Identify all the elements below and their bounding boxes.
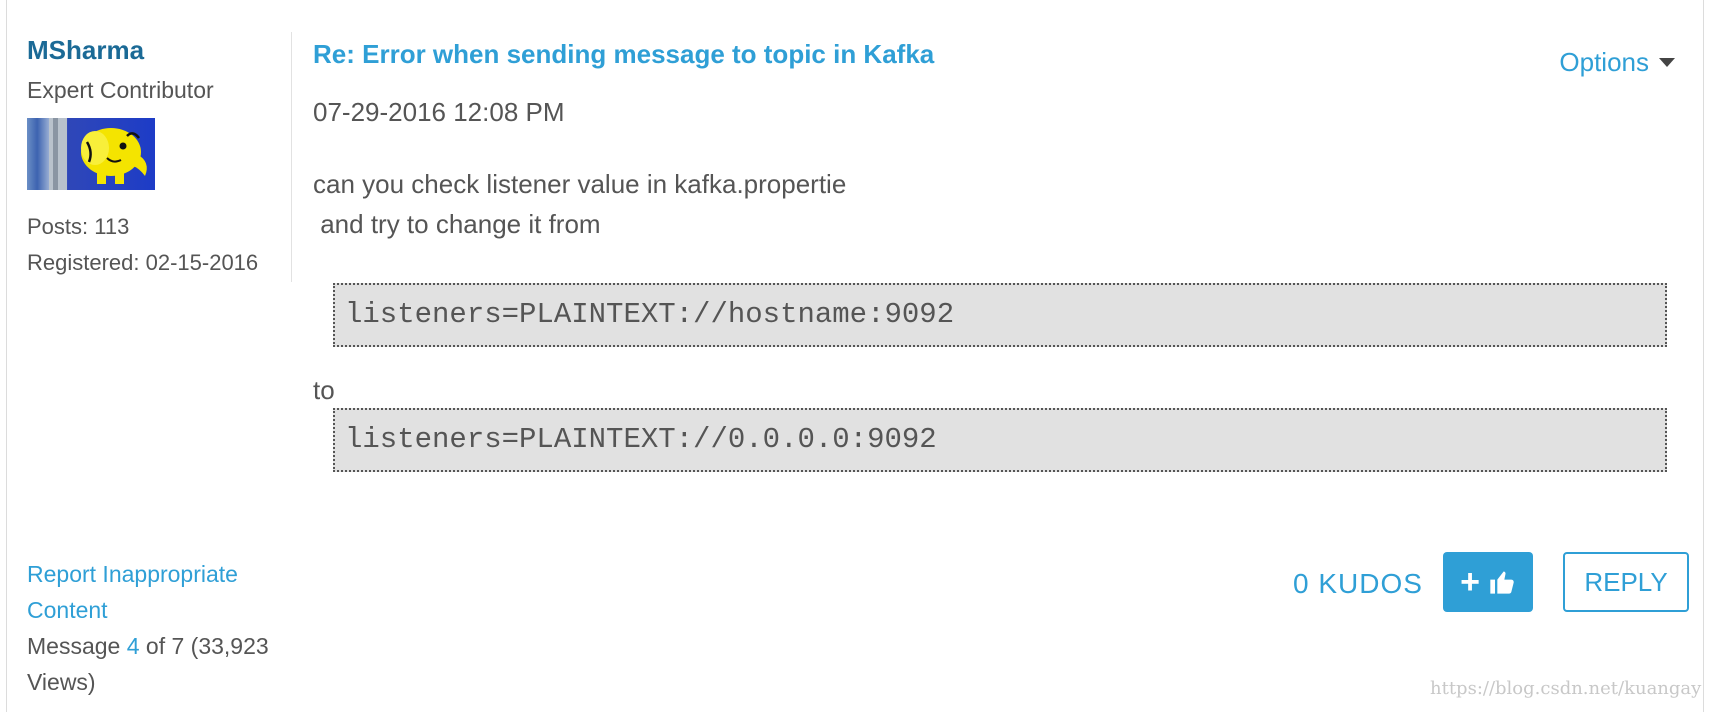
post-body-to: to: [313, 375, 335, 405]
thumbs-up-icon: [1490, 571, 1514, 594]
author-rank: Expert Contributor: [27, 77, 214, 103]
author-post-count: Posts: 113: [27, 214, 130, 239]
forum-post: MSharma Expert Contributor Posts: 113 Re…: [6, 0, 1704, 712]
report-inappropriate-content-link[interactable]: Report Inappropriate Content: [27, 556, 287, 628]
message-prefix: Message: [27, 633, 127, 659]
code-block-to: listeners=PLAINTEXT://0.0.0.0:9092: [333, 408, 1667, 472]
kudos-count[interactable]: 0 KUDOS: [1293, 564, 1423, 604]
options-label: Options: [1559, 47, 1649, 77]
post-subject-link[interactable]: Re: Error when sending message to topic …: [313, 34, 934, 74]
post-body-line: and try to change it from: [313, 209, 601, 239]
give-kudos-button[interactable]: +: [1443, 552, 1533, 612]
post-footer-meta: Report Inappropriate Content Message 4 o…: [27, 556, 287, 700]
reply-button[interactable]: REPLY: [1563, 552, 1689, 612]
message-number-link[interactable]: 4: [127, 633, 140, 659]
plus-icon: +: [1460, 562, 1480, 601]
post-body-line: can you check listener value in kafka.pr…: [313, 169, 847, 199]
author-registered-date: Registered: 02-15-2016: [27, 250, 259, 275]
author-panel: MSharma Expert Contributor Posts: 113 Re…: [27, 30, 287, 275]
watermark: https://blog.csdn.net/kuangay: [1430, 678, 1702, 699]
post-date: 07-29-2016 12:08 PM: [313, 97, 565, 127]
avatar[interactable]: [27, 118, 155, 190]
options-menu-button[interactable]: Options: [1559, 44, 1675, 80]
code-block-from: listeners=PLAINTEXT://hostname:9092: [333, 283, 1667, 347]
author-name[interactable]: MSharma: [27, 30, 287, 70]
chevron-down-icon: [1659, 57, 1675, 67]
column-divider: [291, 32, 292, 282]
message-count: Message 4 of 7 (33,923 Views): [27, 633, 269, 695]
hadoop-elephant-icon: [49, 118, 147, 190]
